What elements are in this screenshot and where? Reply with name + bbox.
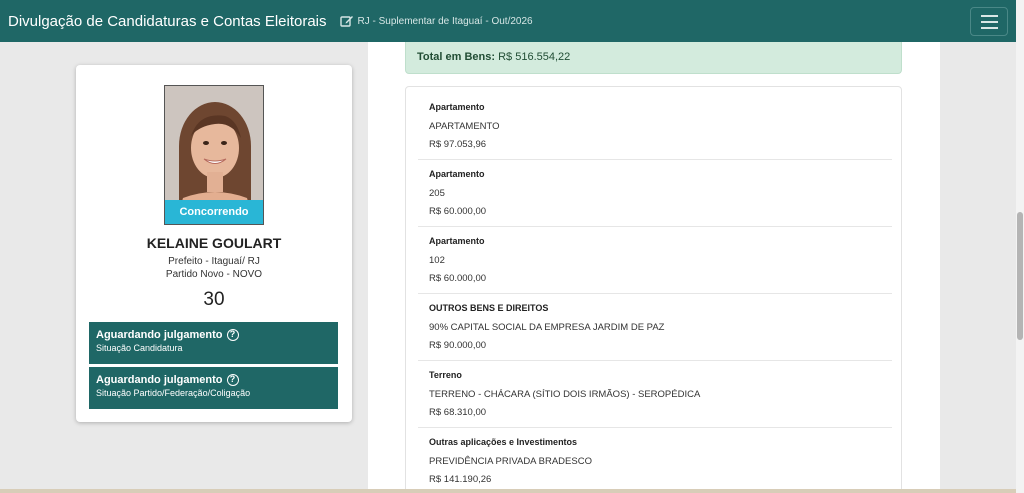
help-icon[interactable]: ?	[226, 329, 239, 341]
election-selector[interactable]: RJ - Suplementar de Itaguaí - Out/2026	[358, 16, 533, 27]
asset-description: 102	[429, 255, 445, 266]
help-icon[interactable]: ?	[226, 374, 239, 386]
list-item: OUTROS BENS E DIREITOS 90% CAPITAL SOCIA…	[418, 294, 892, 361]
asset-type: Terreno	[429, 370, 462, 380]
asset-description: PREVIDÊNCIA PRIVADA BRADESCO	[429, 456, 592, 467]
list-item: Terreno TERRENO - CHÁCARA (SÍTIO DOIS IR…	[418, 361, 892, 428]
total-assets-banner: Total em Bens: R$ 516.554,22	[405, 42, 902, 74]
edit-icon[interactable]	[339, 14, 354, 28]
assets-panel: Total em Bens: R$ 516.554,22 Apartamento…	[368, 42, 940, 493]
party-situation-label: Situação Partido/Federação/Coligação	[96, 388, 251, 398]
scrollbar-thumb[interactable]	[1017, 212, 1023, 340]
asset-description: 90% CAPITAL SOCIAL DA EMPRESA JARDIM DE …	[429, 322, 665, 333]
asset-type: OUTROS BENS E DIREITOS	[429, 303, 549, 313]
asset-value: R$ 141.190,26	[429, 474, 492, 485]
app-title[interactable]: Divulgação de Candidaturas e Contas Elei…	[8, 13, 327, 30]
hamburger-menu-icon[interactable]	[970, 7, 1008, 36]
candidate-name: KELAINE GOULART	[146, 235, 282, 251]
candidacy-situation-box: Aguardando julgamento ? Situação Candida…	[89, 322, 338, 364]
asset-description: APARTAMENTO	[429, 121, 500, 132]
asset-value: R$ 97.053,96	[429, 139, 487, 150]
asset-description: 205	[429, 188, 445, 199]
asset-value: R$ 60.000,00	[429, 273, 487, 284]
party-situation-title: Aguardando julgamento	[96, 374, 223, 386]
top-navbar: Divulgação de Candidaturas e Contas Elei…	[0, 0, 1016, 42]
list-item: Apartamento 205 R$ 60.000,00	[418, 160, 892, 227]
asset-type: Outras aplicações e Investimentos	[429, 437, 578, 447]
asset-type: Apartamento	[429, 169, 485, 179]
asset-description: TERRENO - CHÁCARA (SÍTIO DOIS IRMÃOS) - …	[429, 389, 701, 400]
bottom-divider	[0, 489, 1016, 493]
candidacy-situation-label: Situação Candidatura	[96, 343, 183, 353]
total-assets-label: Total em Bens:	[417, 51, 496, 63]
candidate-photo: Concorrendo	[164, 85, 264, 225]
asset-value: R$ 60.000,00	[429, 206, 487, 217]
total-assets-value: R$ 516.554,22	[498, 51, 571, 63]
candidacy-status-badge: Concorrendo	[165, 200, 263, 224]
list-item: Outras aplicações e Investimentos PREVID…	[418, 428, 892, 493]
list-item: Apartamento 102 R$ 60.000,00	[418, 227, 892, 294]
asset-value: R$ 68.310,00	[429, 407, 487, 418]
candidate-number: 30	[203, 289, 225, 310]
assets-list-container: Apartamento APARTAMENTO R$ 97.053,96 Apa…	[405, 86, 902, 493]
asset-value: R$ 90.000,00	[429, 340, 487, 351]
candidate-party: Partido Novo - NOVO	[165, 269, 263, 280]
candidate-office: Prefeito - Itaguaí/ RJ	[168, 256, 260, 267]
asset-type: Apartamento	[429, 236, 485, 246]
party-situation-box: Aguardando julgamento ? Situação Partido…	[89, 367, 338, 409]
candidacy-situation-title: Aguardando julgamento	[96, 329, 223, 341]
list-item: Apartamento APARTAMENTO R$ 97.053,96	[418, 93, 892, 160]
candidate-card: Concorrendo KELAINE GOULART Prefeito - I…	[76, 65, 352, 422]
asset-type: Apartamento	[429, 102, 485, 112]
